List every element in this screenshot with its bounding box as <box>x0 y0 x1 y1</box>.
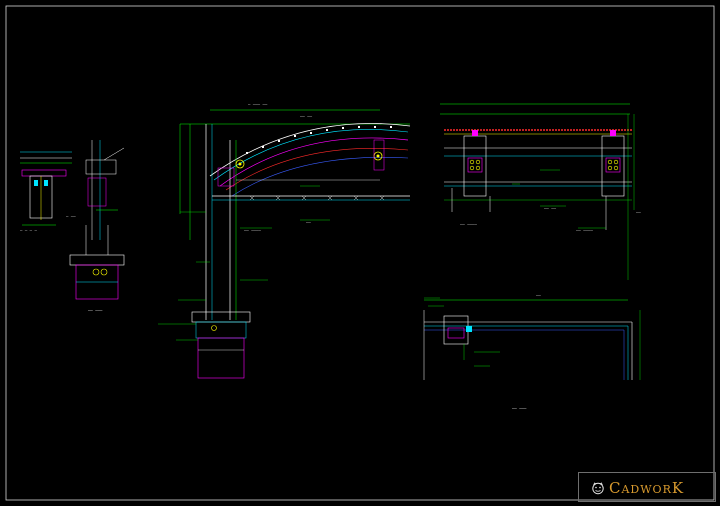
title-block: CadworK <box>578 472 716 502</box>
svg-text:—— ——: —— —— <box>544 206 557 211</box>
svg-text:—— ————: —— ———— <box>460 222 477 227</box>
tiger-head-icon <box>592 482 604 495</box>
svg-text:— — — —: — — — — <box>20 228 37 233</box>
detail-right-elevation: —— —— —— ———— —— ———— —— <box>440 103 641 280</box>
svg-text:——: —— <box>636 210 641 215</box>
detail-lower-right-plan: —— —— ——— <box>423 293 641 411</box>
svg-text:—— ——: —— —— <box>300 114 313 119</box>
detail-left-base-plate: —— ——— <box>69 225 125 313</box>
svg-text:—— ————: —— ———— <box>576 228 593 233</box>
detail-curved-roof: — ——— —— —— —— —— —— ———— <box>158 102 411 379</box>
svg-text:— ——— ——: — ——— —— <box>248 102 268 107</box>
svg-text:—— ————: —— ———— <box>244 228 261 233</box>
brand-logo-text: CadworK <box>609 479 685 497</box>
svg-text:—— ———: —— ——— <box>512 406 527 411</box>
cad-drawing-sheet: — — — — — —— —— ——— — ——— —— —— —— —— ——… <box>5 5 715 501</box>
sheet-border <box>5 5 715 501</box>
detail-left-gutter: — —— <box>66 140 125 240</box>
svg-text:— ——: — —— <box>66 214 76 219</box>
svg-text:——: —— <box>306 220 311 225</box>
svg-text:——: —— <box>536 293 541 298</box>
svg-text:—— ———: —— ——— <box>88 308 103 313</box>
detail-left-column-section: — — — — <box>20 151 72 233</box>
